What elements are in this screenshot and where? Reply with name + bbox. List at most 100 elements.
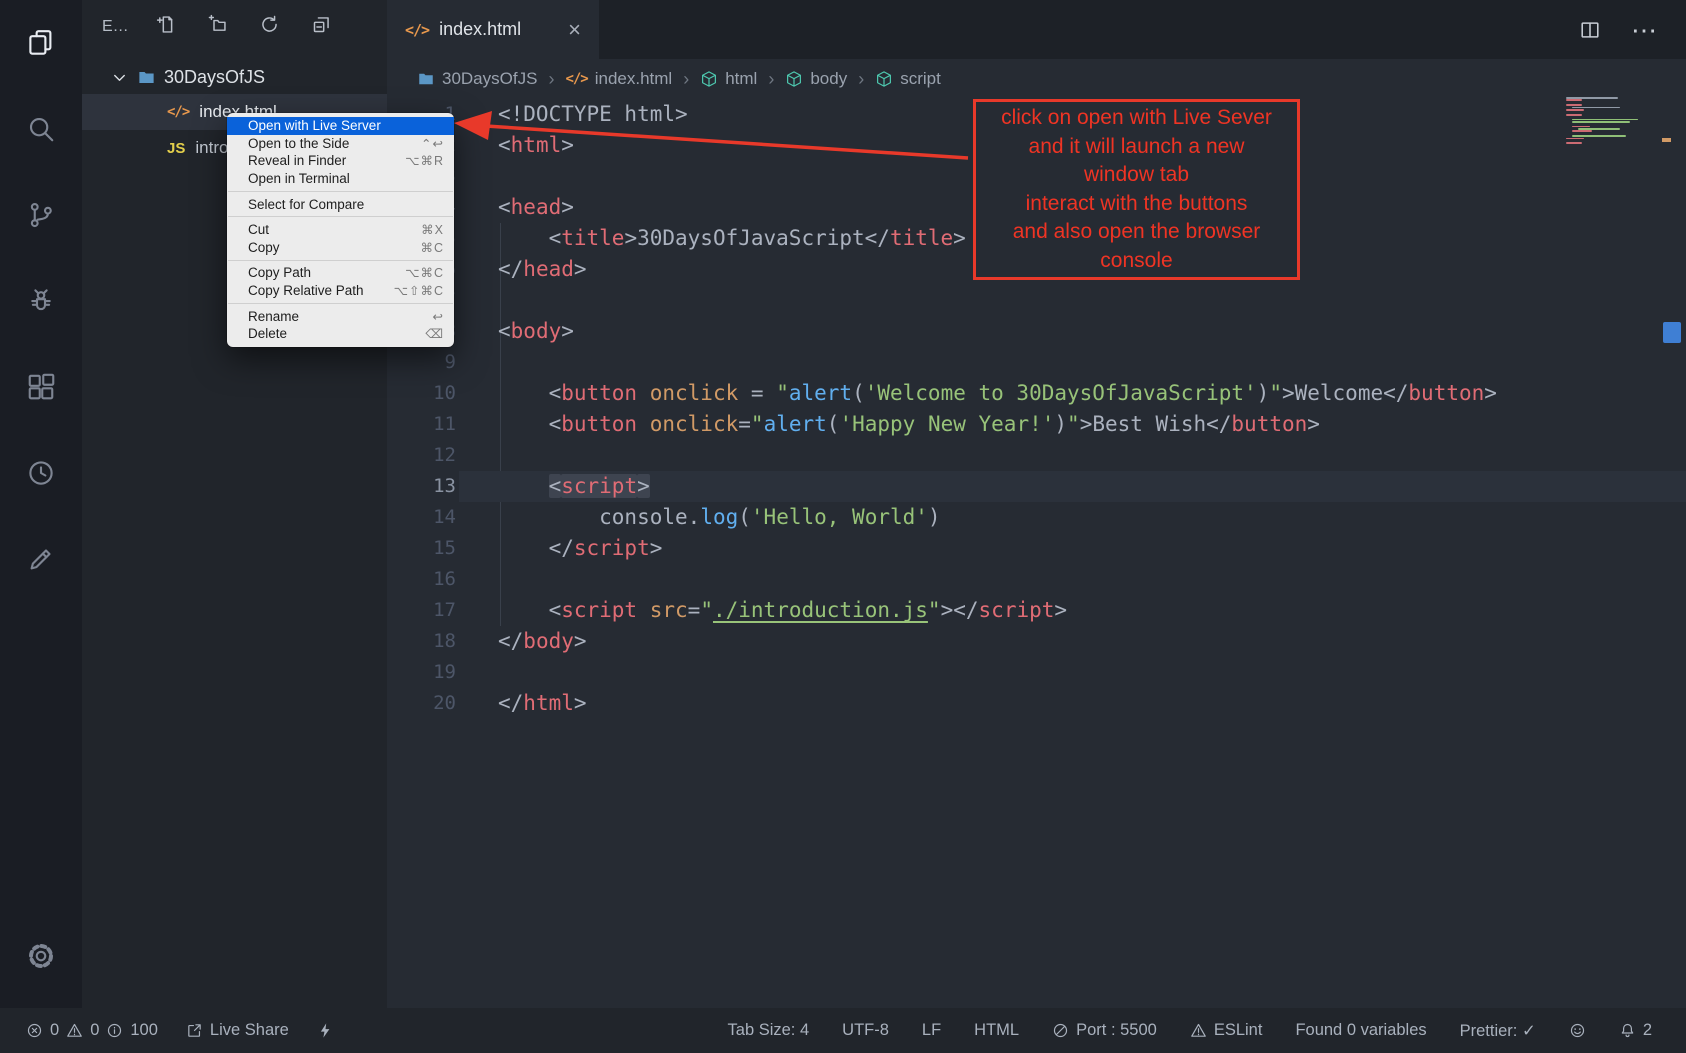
status-tab-size[interactable]: Tab Size: 4 [728, 1021, 810, 1040]
minimap[interactable] [1566, 97, 1662, 145]
activity-settings-gear[interactable] [0, 928, 82, 984]
status-right: Tab Size: 4 UTF-8 LF HTML Port : 5500 ESLint F… [728, 1021, 1652, 1041]
menu-item-copy[interactable]: Copy ⌘C [227, 239, 454, 257]
code-line[interactable]: 16 [387, 564, 1686, 595]
code-line[interactable]: 9 [387, 347, 1686, 378]
code-line[interactable]: 14 console.log('Hello, World') [387, 502, 1686, 533]
folder-icon [417, 70, 435, 88]
code-line[interactable]: 20</html> [387, 688, 1686, 719]
breadcrumb-label: index.html [595, 69, 672, 89]
code-text: <body> [456, 316, 574, 347]
annotation-line: and also open the browser [976, 218, 1297, 247]
code-line[interactable]: 7 [387, 285, 1686, 316]
status-feedback[interactable] [1569, 1022, 1586, 1039]
code-line[interactable]: 17 <script src="./introduction.js"></scr… [387, 595, 1686, 626]
code-line[interactable]: 8<body> [387, 316, 1686, 347]
minimap-line [1566, 138, 1584, 140]
menu-item-copy-path[interactable]: Copy Path⌥⌘C [227, 264, 454, 282]
code-text [456, 161, 498, 192]
breadcrumb-body[interactable]: body [785, 69, 847, 89]
breadcrumb-index-html[interactable]: </>index.html [565, 69, 672, 89]
line-number: 9 [387, 347, 456, 378]
html-file-icon: </> [405, 21, 429, 39]
menu-item-label: Cut [248, 222, 269, 237]
code-text: </head> [456, 254, 587, 285]
code-line[interactable]: 19 [387, 657, 1686, 688]
minimap-line [1566, 99, 1582, 101]
action-collapse-all[interactable] [311, 14, 332, 40]
menu-item-open-with-live-server[interactable]: Open with Live Server [227, 117, 454, 135]
status-count: 0 [90, 1021, 99, 1040]
status-label: Tab Size: 4 [728, 1021, 810, 1040]
code-line[interactable]: 18</body> [387, 626, 1686, 657]
tab-index-html[interactable]: </> index.html × [387, 0, 599, 59]
code-text: </script> [456, 533, 662, 564]
action-new-file[interactable] [155, 14, 176, 40]
activity-explorer[interactable] [0, 0, 82, 86]
status-quick-lightning[interactable] [317, 1022, 334, 1039]
activity-bar-bottom [0, 928, 82, 984]
code-line[interactable]: 10 <button onclick = "alert('Welcome to … [387, 378, 1686, 409]
code-text [456, 285, 498, 316]
status-language-mode[interactable]: HTML [974, 1021, 1019, 1040]
status-label: Port : 5500 [1076, 1021, 1157, 1040]
sidebar-title: E… [102, 18, 129, 36]
menu-item-shortcut: ⌘C [420, 240, 444, 255]
menu-item-select-for-compare[interactable]: Select for Compare [227, 195, 454, 213]
breadcrumb-script[interactable]: script [875, 69, 941, 89]
menu-item-cut[interactable]: Cut⌘X [227, 221, 454, 239]
status-variables[interactable]: Found 0 variables [1295, 1021, 1426, 1040]
activity-extensions[interactable] [0, 344, 82, 430]
status-live-server-port[interactable]: Port : 5500 [1052, 1021, 1157, 1040]
minimap-line [1572, 121, 1630, 123]
activity-clock[interactable] [0, 430, 82, 516]
menu-item-open-to-the-side[interactable]: Open to the Side⌃↩ [227, 135, 454, 153]
menu-item-shortcut: ⌃↩ [421, 136, 444, 151]
scrollbar-marker[interactable] [1663, 322, 1681, 343]
menu-separator [228, 216, 453, 217]
split-editor-icon[interactable] [1579, 19, 1601, 41]
menu-item-shortcut: ⌫ [425, 326, 444, 341]
activity-debug[interactable] [0, 258, 82, 344]
menu-item-label: Copy [248, 240, 280, 255]
status-notifications[interactable]: 2 [1619, 1021, 1652, 1040]
code-line[interactable]: 12 [387, 440, 1686, 471]
code-text: <button onclick="alert('Happy New Year!'… [456, 409, 1320, 440]
action-new-folder[interactable] [207, 14, 228, 40]
status-eslint[interactable]: ESLint [1190, 1021, 1263, 1040]
status-problems[interactable]: 00100 [26, 1021, 158, 1040]
activity-pen[interactable] [0, 516, 82, 602]
breadcrumb-html[interactable]: html [700, 69, 757, 89]
folder-row-30daysofjs[interactable]: 30DaysOfJS [82, 60, 387, 94]
menu-item-copy-relative-path[interactable]: Copy Relative Path⌥⇧⌘C [227, 282, 454, 300]
status-eol[interactable]: LF [922, 1021, 941, 1040]
menu-item-open-in-terminal[interactable]: Open in Terminal [227, 170, 454, 188]
action-refresh[interactable] [259, 14, 280, 40]
code-line[interactable]: 15 </script> [387, 533, 1686, 564]
more-actions-icon[interactable]: ⋯ [1631, 17, 1658, 43]
breadcrumb-30daysofjs[interactable]: 30DaysOfJS [417, 69, 537, 89]
menu-item-delete[interactable]: Delete⌫ [227, 325, 454, 343]
code-line[interactable]: 13 <script> [387, 471, 1686, 502]
status-live-share[interactable]: Live Share [186, 1021, 289, 1040]
extensions-icon [26, 372, 56, 402]
status-encoding[interactable]: UTF-8 [842, 1021, 889, 1040]
menu-item-shortcut: ⌥⌘C [405, 265, 444, 280]
menu-item-reveal-in-finder[interactable]: Reveal in Finder⌥⌘R [227, 152, 454, 170]
code-text [456, 564, 498, 595]
status-prettier[interactable]: Prettier: ✓ [1460, 1021, 1536, 1041]
breadcrumb-label: 30DaysOfJS [442, 69, 537, 89]
breadcrumb-separator: › [548, 69, 554, 90]
minimap-line [1566, 114, 1582, 116]
status-count: 100 [130, 1021, 158, 1040]
status-label: ESLint [1214, 1021, 1263, 1040]
pen-icon [26, 544, 56, 574]
close-icon[interactable]: × [568, 19, 581, 41]
activity-search[interactable] [0, 86, 82, 172]
breadcrumb: 30DaysOfJS›</>index.html›html›body›scrip… [387, 59, 1686, 99]
menu-item-rename[interactable]: Rename↩ [227, 307, 454, 325]
annotation-line: click on open with Live Sever [976, 104, 1297, 133]
code-line[interactable]: 11 <button onclick="alert('Happy New Yea… [387, 409, 1686, 440]
activity-source-control[interactable] [0, 172, 82, 258]
code-text: <!DOCTYPE html> [456, 99, 688, 130]
